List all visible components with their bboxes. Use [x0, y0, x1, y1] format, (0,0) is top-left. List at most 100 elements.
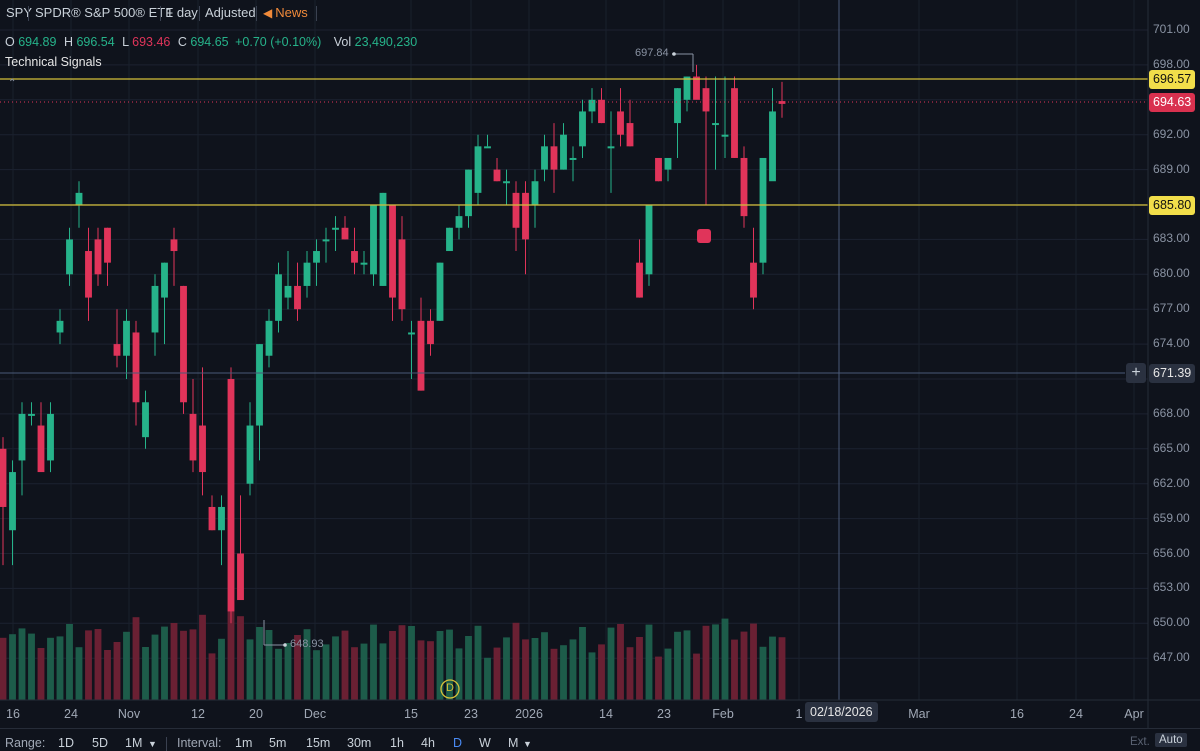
volume-bar [778, 637, 786, 700]
close-value: 694.65 [190, 35, 229, 49]
candle-body [531, 181, 539, 205]
x-tick-label: 23 [464, 707, 478, 721]
candle-body [455, 216, 463, 228]
x-tick-label: 15 [404, 707, 418, 721]
range-1d[interactable]: 1D [58, 736, 74, 750]
candle-body [759, 157, 767, 263]
candle-body [550, 146, 558, 170]
volume-bar [436, 631, 444, 700]
volume-bar [132, 617, 140, 700]
y-tick-label: 680.00 [1153, 266, 1190, 281]
volume-bar [655, 656, 662, 700]
volume-bar [37, 648, 45, 700]
candle-body [313, 251, 320, 263]
candle-body [199, 425, 206, 473]
interval-30m[interactable]: 30m [347, 736, 371, 750]
low-label: L [122, 35, 129, 49]
range-dropdown-icon[interactable]: ▼ [148, 739, 157, 749]
add-alert-button[interactable]: + [1126, 363, 1146, 383]
high-value: 696.54 [76, 35, 115, 49]
chart-toolbar: SPY SPDR® S&P 500® ETF 1 day Adjusted ◀ N… [0, 0, 1200, 28]
candle-body [341, 227, 349, 240]
volume-bar [721, 618, 729, 700]
volume-bar [740, 631, 748, 700]
volume-bar [645, 624, 653, 700]
dividend-marker-label[interactable]: D [446, 682, 454, 694]
candle-body [465, 169, 472, 217]
candle-body [284, 285, 292, 298]
candle-body [731, 88, 738, 158]
candle-body [750, 262, 757, 298]
adjusted-toggle[interactable]: Adjusted [202, 4, 259, 22]
volume-bar [313, 650, 320, 700]
interval-dropdown-icon[interactable]: ▼ [523, 739, 532, 749]
volume-bar [370, 624, 377, 700]
interval-1h[interactable]: 1h [390, 736, 404, 750]
interval-selector[interactable]: 1 day [163, 4, 201, 22]
candle-body [113, 344, 121, 356]
collapse-icon[interactable]: ⌃ [8, 78, 16, 89]
volume-bar [56, 636, 64, 700]
volume-label: Vol [333, 35, 352, 49]
last-price-tag: 694.63 [1149, 93, 1196, 112]
range-5d[interactable]: 5D [92, 736, 108, 750]
event-marker [697, 229, 711, 243]
auto-scale-toggle[interactable]: Auto [1155, 733, 1187, 747]
candle-body [227, 379, 235, 612]
candle-body [322, 239, 330, 242]
candle-body [446, 227, 453, 252]
candle-body [94, 239, 102, 275]
candle-body [721, 134, 729, 137]
volume-bar [674, 631, 681, 700]
candle-body [664, 157, 672, 170]
volume-bar [237, 616, 244, 700]
x-tick-label: Mar [908, 707, 930, 721]
candle-body [47, 413, 54, 461]
y-tick-label: 701.00 [1153, 22, 1190, 36]
candle-body [522, 192, 529, 240]
volume-bar [683, 630, 691, 700]
y-tick-label: 659.00 [1153, 510, 1190, 525]
volume-bar [579, 627, 586, 700]
y-tick-label: 650.00 [1153, 615, 1190, 630]
interval-5m[interactable]: 5m [269, 736, 286, 750]
candle-body [398, 239, 406, 310]
interval-m[interactable]: M [508, 736, 518, 750]
x-tick-label: Nov [117, 707, 141, 721]
volume-bar [0, 637, 7, 700]
interval-w[interactable]: W [479, 736, 491, 750]
study-title[interactable]: Technical Signals [5, 55, 102, 69]
volume-bar [75, 647, 83, 700]
y-tick-label: 698.00 [1153, 56, 1190, 71]
volume-bar [123, 631, 130, 700]
low-value: 693.46 [132, 35, 171, 49]
news-button[interactable]: ◀ News [260, 4, 311, 22]
y-tick-label: 647.00 [1153, 650, 1190, 665]
resistance-upper-tag: 696.57 [1149, 70, 1196, 89]
candle-body [712, 123, 719, 126]
volume-bar [636, 637, 643, 700]
volume-bar [484, 657, 491, 700]
volume-bar [227, 612, 235, 700]
candle-body [512, 192, 520, 228]
interval-1m[interactable]: 1m [235, 736, 252, 750]
interval-15m[interactable]: 15m [306, 736, 330, 750]
volume-bar [493, 647, 501, 700]
interval-d[interactable]: D [453, 736, 462, 750]
instrument-name[interactable]: SPDR® S&P 500® ETF [32, 4, 176, 22]
volume-bar [246, 639, 254, 700]
candle-body [655, 157, 662, 182]
volume-value: 23,490,230 [354, 35, 418, 49]
candle-body [484, 146, 491, 149]
symbol-label[interactable]: SPY [3, 4, 35, 22]
ext-toggle[interactable]: Ext. [1130, 736, 1150, 748]
change-value: +0.70 (+0.10%) [235, 35, 322, 49]
interval-label: Interval: [177, 736, 222, 750]
range-1m[interactable]: 1M [125, 736, 142, 750]
price-chart[interactable] [0, 0, 1200, 750]
volume-bar [541, 632, 548, 700]
close-label: C [177, 35, 187, 49]
interval-4h[interactable]: 4h [421, 736, 435, 750]
candle-body [37, 425, 45, 473]
volume-bar [379, 643, 387, 700]
